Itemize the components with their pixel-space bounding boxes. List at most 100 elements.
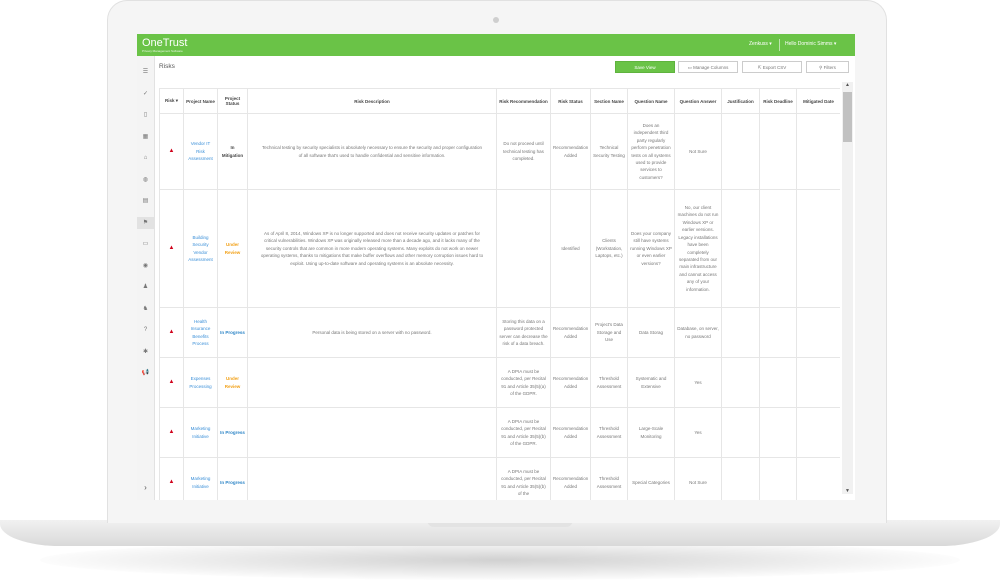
users-icon[interactable]: ♞ — [137, 303, 154, 315]
risk-status: Recommendation Added — [550, 457, 591, 500]
logo: OneTrust — [142, 37, 188, 49]
column-header: Risk Recommendation — [496, 88, 551, 114]
risk-high-icon: ▲ — [168, 429, 175, 436]
risk-status: Recommendation Added — [550, 407, 591, 458]
filters-label: Filters — [823, 65, 836, 70]
scroll-down-icon[interactable]: ▼ — [842, 488, 853, 494]
table-icon[interactable]: ▤ — [137, 195, 154, 207]
globe-icon[interactable]: ◍ — [137, 174, 154, 186]
app-screen: OneTrust Privacy Management Software Zen… — [137, 34, 855, 500]
project-name-link[interactable]: Marketing Initiative — [183, 457, 218, 500]
risk-level-icon: ▲ — [159, 407, 184, 458]
section-name: Technical Security Testing — [590, 113, 628, 190]
table-row[interactable]: ▲ Health Insurance Benefits Process In Pro… — [159, 307, 840, 358]
project-status: In Progress — [217, 457, 248, 500]
flag-icon[interactable]: ⚑ — [137, 216, 154, 229]
justification — [721, 189, 760, 308]
section-name: Threshold Assessment — [590, 407, 628, 458]
risk-deadline — [759, 357, 797, 408]
risk-recommendation: A DPIA must be conducted, per Recital 91… — [496, 407, 551, 458]
column-header: Justification — [721, 88, 760, 114]
risk-high-icon: ▲ — [168, 245, 175, 252]
user-icon[interactable]: ♟ — [137, 281, 154, 293]
table-row[interactable]: ▲ Building Security Vendor Assessment Unde… — [159, 189, 840, 308]
table-row[interactable]: ▲ Expenses Processing Under Review A DPIA m… — [159, 357, 840, 408]
mitigated-date — [796, 457, 840, 500]
justification — [721, 357, 760, 408]
risk-deadline — [759, 189, 797, 308]
risk-recommendation: Storing this data on a password protecte… — [496, 307, 551, 358]
question-answer: Yes — [674, 407, 722, 458]
question-icon[interactable]: ? — [137, 324, 154, 336]
risk-recommendation: Do not proceed until technical testing h… — [496, 113, 551, 190]
column-header: Risk Deadline — [759, 88, 797, 114]
gear-icon[interactable]: ✱ — [137, 346, 154, 358]
export-csv-button[interactable]: ⇱ Export CSV — [742, 61, 802, 73]
expand-sidebar-icon[interactable]: › — [137, 483, 154, 492]
manage-columns-button[interactable]: ▭ Manage Columns — [678, 61, 738, 73]
question-answer: No, our client machines do not run Windo… — [674, 189, 722, 308]
scroll-up-icon[interactable]: ▲ — [842, 82, 853, 88]
risk-description: As of April 8, 2014, Windows XP is no lo… — [247, 189, 497, 308]
column-header: Question Answer — [674, 88, 722, 114]
project-status: In Mitigation — [217, 113, 248, 190]
grid-icon[interactable]: ▦ — [137, 131, 154, 143]
question-name: Does your company still have systems run… — [627, 189, 675, 308]
risk-description — [247, 457, 497, 500]
project-name-link[interactable]: Building Security Vendor Assessment — [183, 189, 218, 308]
project-name-link[interactable]: Expenses Processing — [183, 357, 218, 408]
question-answer: Not Sure — [674, 457, 722, 500]
risk-deadline — [759, 457, 797, 500]
question-answer: Not Sure — [674, 113, 722, 190]
project-name-link[interactable]: Vendor IT Risk Assessment — [183, 113, 218, 190]
question-name: Data Storag — [627, 307, 675, 358]
scroll-thumb[interactable] — [843, 92, 852, 142]
risk-description: Technical testing by security specialist… — [247, 113, 497, 190]
question-name: Does an independent third party regularl… — [627, 113, 675, 190]
risk-status: Recommendation Added — [550, 307, 591, 358]
mitigated-date — [796, 407, 840, 458]
mitigated-date — [796, 357, 840, 408]
risk-deadline — [759, 307, 797, 358]
eye-icon[interactable]: ◉ — [137, 260, 154, 272]
justification — [721, 407, 760, 458]
logo-subtitle: Privacy Management Software — [142, 49, 183, 53]
save-view-button[interactable]: Save View — [615, 61, 675, 73]
justification — [721, 457, 760, 500]
table-row[interactable]: ▲ Vendor IT Risk Assessment In Mitigation T… — [159, 113, 840, 190]
check-icon[interactable]: ✓ — [137, 88, 154, 100]
page-title: Risks — [159, 63, 175, 70]
laptop-shadow — [40, 540, 960, 580]
table-row[interactable]: ▲ Marketing Initiative In Progress A DPIA m… — [159, 407, 840, 458]
project-name-link[interactable]: Health Insurance Benefits Process — [183, 307, 218, 358]
org-dropdown[interactable]: Zenkuss ▾ — [749, 41, 772, 47]
risks-table: Risk ▾ Project Name Project Status Risk Des… — [159, 88, 840, 500]
justification — [721, 113, 760, 190]
column-header: Section Name — [590, 88, 628, 114]
vertical-scrollbar[interactable]: ▲ ▼ — [842, 82, 853, 494]
menu-icon[interactable]: ☰ — [137, 66, 154, 78]
bank-icon[interactable]: ⌂ — [137, 152, 154, 164]
document-icon[interactable]: ▯ — [137, 109, 154, 121]
column-header[interactable]: Risk ▾ — [159, 88, 184, 114]
justification — [721, 307, 760, 358]
folder-icon[interactable]: ▭ — [137, 238, 154, 250]
section-name: Clients (Workstation, Laptops, etc.) — [590, 189, 628, 308]
user-menu[interactable]: Hello Dominic Simms ▾ — [785, 41, 836, 47]
risk-status: Recommendation Added — [550, 113, 591, 190]
table-row[interactable]: ▲ Marketing Initiative In Progress A DPIA m… — [159, 457, 840, 500]
project-status: In Progress — [217, 407, 248, 458]
risk-high-icon: ▲ — [168, 148, 175, 155]
section-name: Threshold Assessment — [590, 457, 628, 500]
section-name: Threshold Assessment — [590, 357, 628, 408]
filters-button[interactable]: ⚲ Filters — [806, 61, 849, 73]
risks-table-container: Risk ▾ Project Name Project Status Risk Des… — [159, 88, 840, 500]
question-name: Systematic and Extensive — [627, 357, 675, 408]
risk-status: Identified — [550, 189, 591, 308]
question-name: Special Categories — [627, 457, 675, 500]
project-name-link[interactable]: Marketing Initiative — [183, 407, 218, 458]
megaphone-icon[interactable]: 📢 — [137, 367, 154, 379]
project-status: Under Review — [217, 189, 248, 308]
risk-recommendation: A DPIA must be conducted, per Recital 91… — [496, 457, 551, 500]
column-header: Risk Status — [550, 88, 591, 114]
